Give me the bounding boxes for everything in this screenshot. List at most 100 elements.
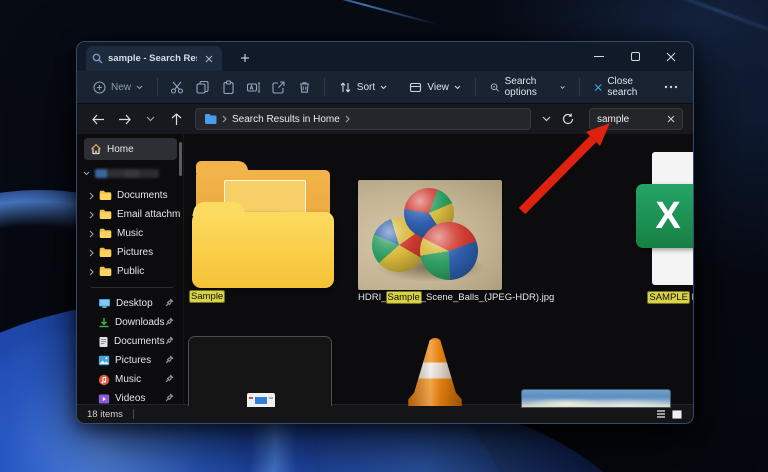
back-button[interactable]: [87, 108, 109, 130]
videos-icon: [98, 394, 110, 403]
file-label[interactable]: SAMPLE INVOICE.xlsx: [624, 292, 693, 303]
address-field[interactable]: Search Results in Home: [195, 108, 531, 130]
sidebar-item-pictures[interactable]: Pictures: [77, 351, 183, 370]
search-input-value: sample: [597, 113, 630, 125]
excel-logo-icon: X: [636, 184, 693, 248]
sidebar-scrollbar[interactable]: [179, 142, 182, 176]
file-tile-sky-image[interactable]: [522, 390, 670, 407]
toolbar-divider: [323, 78, 325, 96]
search-options-icon: [490, 82, 499, 92]
file-tile-folder-preview[interactable]: [188, 336, 332, 407]
copy-icon: [196, 80, 210, 94]
delete-button[interactable]: [293, 75, 316, 99]
rename-icon: [246, 82, 261, 92]
clear-search-icon[interactable]: [667, 115, 675, 123]
cut-button[interactable]: [166, 75, 189, 99]
file-tile-sample-folder[interactable]: [190, 156, 340, 292]
paste-button[interactable]: [217, 75, 240, 99]
file-tile-hdri-sample-image[interactable]: [358, 180, 502, 290]
maximize-button[interactable]: [617, 42, 653, 71]
new-button-label: New: [111, 81, 132, 93]
view-button[interactable]: View: [403, 77, 467, 98]
sidebar-item-pictures-tree[interactable]: Pictures: [77, 243, 183, 262]
arrow-up-icon: [171, 112, 181, 125]
toolbar-divider: [474, 78, 476, 96]
recent-locations-button[interactable]: [139, 108, 161, 130]
sidebar-item-home[interactable]: Home: [84, 138, 177, 160]
sidebar-item-videos[interactable]: Videos: [77, 389, 183, 408]
vlc-cone-icon: [406, 338, 464, 406]
file-tile-sample-invoice[interactable]: X: [636, 152, 693, 287]
sidebar-item-label: Email attachm: [117, 209, 181, 220]
forward-button[interactable]: [113, 108, 135, 130]
see-more-button[interactable]: [660, 75, 683, 99]
chevron-right-icon: [89, 268, 94, 275]
share-button[interactable]: [267, 75, 290, 99]
new-button[interactable]: New: [87, 77, 149, 98]
search-input[interactable]: sample: [589, 108, 683, 130]
share-icon: [272, 80, 285, 94]
sort-button[interactable]: Sort: [333, 77, 393, 98]
file-label[interactable]: HDRI_Sample_Scene_Balls_(JPEG-HDR).jpg: [358, 292, 554, 303]
pin-icon: [165, 355, 174, 364]
view-icon: [410, 82, 422, 92]
home-icon: [91, 143, 101, 155]
status-divider: [132, 409, 134, 419]
sidebar-item-public[interactable]: Public: [77, 262, 183, 281]
up-button[interactable]: [165, 108, 187, 130]
minimize-button[interactable]: [581, 42, 617, 71]
tab-close-button[interactable]: [202, 52, 216, 66]
tab-title: sample - Search Results in Ho: [108, 53, 197, 64]
address-dropdown-button[interactable]: [535, 108, 557, 130]
file-explorer-window: sample - Search Results in Ho New: [76, 41, 694, 424]
sidebar-item-music-tree[interactable]: Music: [77, 224, 183, 243]
navigation-pane: Home Documents Email attachm Music Pictu…: [77, 134, 184, 404]
tab-search-results[interactable]: sample - Search Results in Ho: [86, 46, 222, 71]
image-thumbnail: [522, 390, 670, 407]
chevron-right-icon: [89, 192, 94, 199]
sidebar-item-music[interactable]: Music: [77, 370, 183, 389]
sidebar-item-downloads[interactable]: Downloads: [77, 313, 183, 332]
ellipsis-icon: [665, 85, 678, 89]
sidebar-item-cloud-account[interactable]: [77, 164, 183, 183]
music-icon: [98, 374, 110, 385]
chevron-right-icon: [89, 249, 94, 256]
cloud-account-label-redacted: [95, 169, 159, 178]
sidebar-item-desktop[interactable]: Desktop: [77, 294, 183, 313]
image-thumbnail: [358, 180, 502, 290]
maximize-icon: [630, 52, 640, 61]
pin-icon: [165, 374, 174, 383]
copy-button[interactable]: [191, 75, 214, 99]
plus-icon: [241, 54, 249, 62]
folder-icon: [99, 266, 112, 276]
sidebar-item-documents-tree[interactable]: Documents: [77, 186, 183, 205]
sidebar-item-email-attachments[interactable]: Email attachm: [77, 205, 183, 224]
breadcrumb[interactable]: Search Results in Home: [232, 114, 340, 125]
download-icon: [99, 317, 109, 327]
close-window-button[interactable]: [653, 42, 689, 71]
sidebar-item-documents[interactable]: Documents: [77, 332, 183, 351]
search-options-label: Search options: [504, 76, 537, 98]
items-count: 18 items: [87, 408, 123, 420]
folder-icon: [99, 228, 112, 238]
sidebar-item-label: Documents: [117, 190, 168, 201]
thumbnail-view-button[interactable]: [670, 408, 683, 421]
details-view-button[interactable]: [654, 408, 667, 421]
toolbar-divider: [578, 78, 580, 96]
paste-icon: [223, 79, 234, 94]
search-options-button[interactable]: Search options: [484, 72, 571, 102]
new-tab-button[interactable]: [234, 47, 256, 69]
search-icon: [92, 53, 103, 64]
sort-icon: [340, 82, 351, 92]
file-tile-vlc-media[interactable]: [406, 338, 464, 406]
close-search-button[interactable]: Close search: [588, 72, 658, 102]
plus-circle-icon: [93, 80, 106, 94]
file-label[interactable]: Sample: [190, 291, 225, 302]
minimize-icon: [594, 56, 604, 57]
rename-button[interactable]: [242, 75, 265, 99]
app-window-glyph: [247, 393, 275, 407]
arrow-right-icon: [118, 114, 131, 124]
refresh-button[interactable]: [557, 108, 579, 130]
list-view-icon: [656, 410, 665, 418]
chevron-right-icon: [222, 115, 227, 123]
